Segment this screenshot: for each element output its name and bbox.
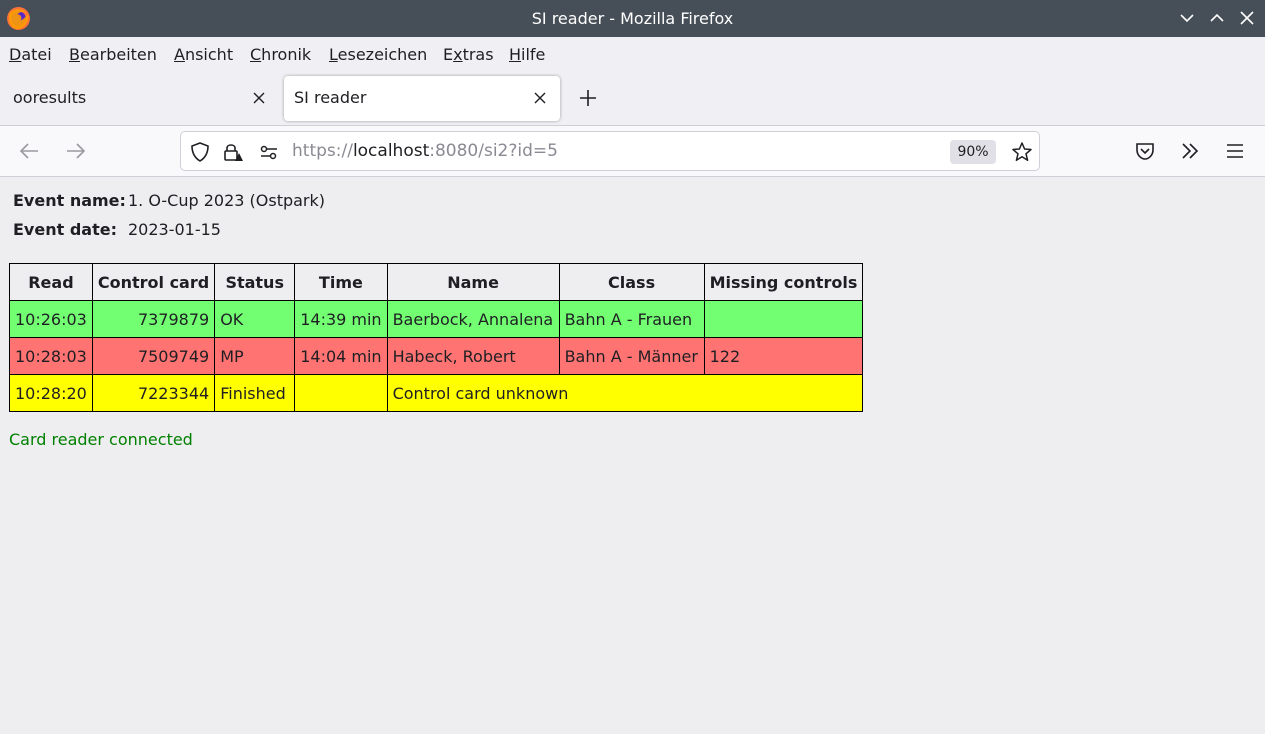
cell-name: Habeck, Robert: [386, 337, 560, 375]
event-name-value: 1. O-Cup 2023 (Ostpark): [128, 191, 326, 210]
column-header-control-card: Control card: [91, 263, 216, 301]
maximize-icon[interactable]: [1208, 9, 1226, 27]
tab-si-reader[interactable]: SI reader: [284, 76, 560, 121]
card-reader-status: Card reader connected: [9, 430, 193, 449]
menu-datei[interactable]: Datei: [9, 45, 52, 64]
forward-icon[interactable]: [63, 139, 87, 163]
menu-bar: Datei Bearbeiten Ansicht Chronik Lesezei…: [0, 37, 1265, 71]
column-header-name: Name: [386, 263, 560, 301]
pocket-icon[interactable]: [1133, 139, 1157, 163]
cell-read: 10:26:03: [9, 300, 93, 338]
tab-ooresults[interactable]: ooresults: [3, 76, 275, 121]
close-tab-icon[interactable]: [532, 90, 548, 106]
cell-control-card: 7223344: [91, 374, 216, 412]
cell-name: Baerbock, Annalena: [386, 300, 560, 338]
event-date-label: Event date:: [13, 220, 117, 239]
menu-extras[interactable]: Extras: [443, 45, 494, 64]
permissions-icon[interactable]: [258, 141, 280, 163]
lock-warning-icon[interactable]: [222, 141, 244, 163]
back-icon[interactable]: [18, 139, 42, 163]
cell-class: Bahn A - Frauen: [558, 300, 705, 338]
menu-ansicht[interactable]: Ansicht: [174, 45, 233, 64]
event-date-value: 2023-01-15: [128, 220, 221, 239]
cell-status: OK: [214, 300, 296, 338]
column-header-missing-controls: Missing controls: [703, 263, 864, 301]
event-date-row: Event date: 2023-01-15: [13, 220, 221, 239]
menu-chronik[interactable]: Chronik: [250, 45, 311, 64]
cell-read: 10:28:03: [9, 337, 93, 375]
window-title: SI reader - Mozilla Firefox: [531, 9, 734, 28]
cell-time: [294, 374, 388, 412]
menu-bearbeiten[interactable]: Bearbeiten: [69, 45, 157, 64]
table-row: 10:28:20 7223344 Finished Control card u…: [9, 374, 864, 412]
table-header-row: Read Control card Status Time Name Class…: [9, 263, 864, 301]
new-tab-icon[interactable]: [578, 88, 598, 108]
cell-status: Finished: [214, 374, 296, 412]
overflow-chevrons-icon[interactable]: [1178, 139, 1202, 163]
column-header-time: Time: [294, 263, 388, 301]
close-window-icon[interactable]: [1238, 9, 1256, 27]
table-row: 10:26:03 7379879 OK 14:39 min Baerbock, …: [9, 300, 864, 338]
event-name-row: Event name: 1. O-Cup 2023 (Ostpark): [13, 191, 325, 210]
cell-status: MP: [214, 337, 296, 375]
hamburger-menu-icon[interactable]: [1223, 139, 1247, 163]
page-content: Event name: 1. O-Cup 2023 (Ostpark) Even…: [0, 177, 1265, 734]
navigation-bar: https://localhost:8080/si2?id=5 90%: [0, 126, 1265, 177]
menu-lesezeichen[interactable]: Lesezeichen: [329, 45, 427, 64]
column-header-class: Class: [558, 263, 705, 301]
url-text[interactable]: https://localhost:8080/si2?id=5: [292, 141, 558, 161]
cell-missing-controls: [703, 300, 864, 338]
cell-control-card: 7509749: [91, 337, 216, 375]
table-row: 10:28:03 7509749 MP 14:04 min Habeck, Ro…: [9, 337, 864, 375]
window-titlebar: SI reader - Mozilla Firefox: [0, 0, 1265, 37]
column-header-status: Status: [214, 263, 296, 301]
zoom-level-button[interactable]: 90%: [950, 140, 996, 164]
close-tab-icon[interactable]: [251, 90, 267, 106]
cell-message: Control card unknown: [386, 374, 864, 412]
shield-icon[interactable]: [189, 141, 211, 163]
menu-hilfe[interactable]: Hilfe: [509, 45, 545, 64]
minimize-icon[interactable]: [1178, 9, 1196, 27]
cell-time: 14:04 min: [294, 337, 388, 375]
cell-class: Bahn A - Männer: [558, 337, 705, 375]
cell-time: 14:39 min: [294, 300, 388, 338]
bookmark-star-icon[interactable]: [1010, 140, 1034, 164]
cell-read: 10:28:20: [9, 374, 93, 412]
event-name-label: Event name:: [13, 191, 126, 210]
tab-bar: ooresults SI reader: [0, 71, 1265, 126]
cell-control-card: 7379879: [91, 300, 216, 338]
cell-missing-controls: 122: [703, 337, 864, 375]
column-header-read: Read: [9, 263, 93, 301]
results-table: Read Control card Status Time Name Class…: [9, 263, 864, 412]
url-bar[interactable]: https://localhost:8080/si2?id=5 90%: [180, 131, 1040, 171]
